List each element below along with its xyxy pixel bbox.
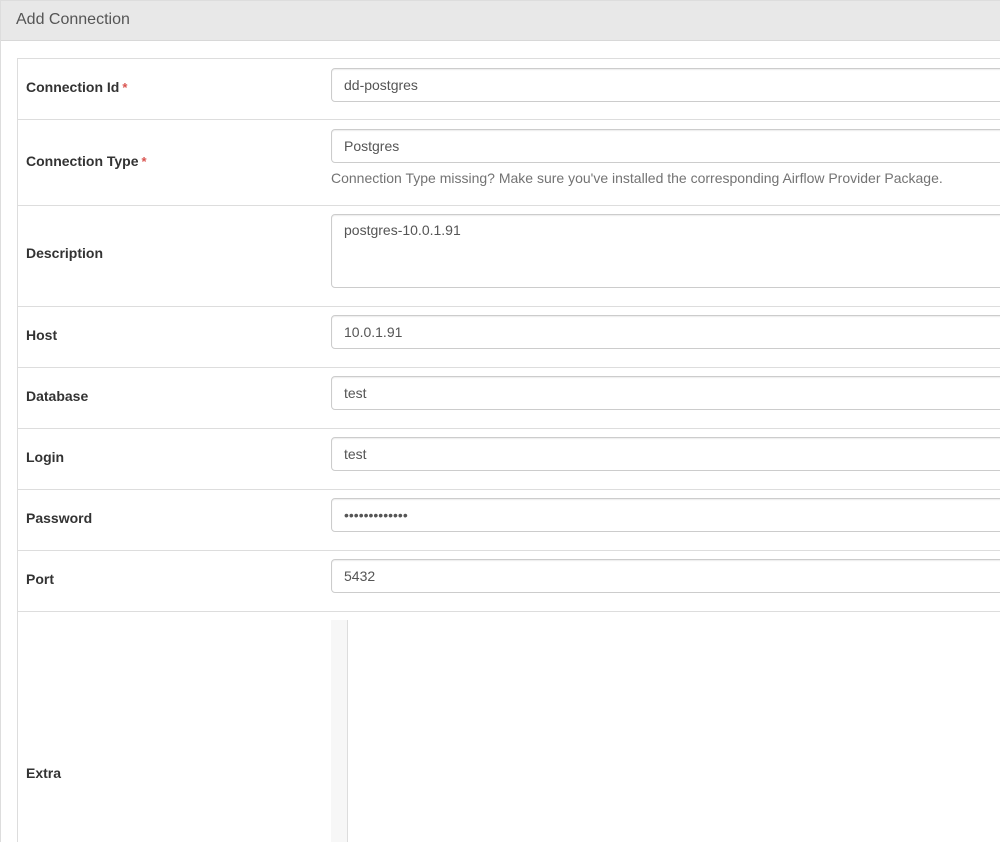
row-login: Login: [18, 429, 1000, 490]
description-textarea[interactable]: postgres-10.0.1.91: [331, 214, 1000, 288]
extra-label: Extra: [26, 765, 62, 781]
port-input[interactable]: [331, 559, 1000, 593]
required-star: *: [122, 80, 128, 95]
row-port: Port: [18, 551, 1000, 612]
password-input[interactable]: [331, 498, 1000, 532]
login-input[interactable]: [331, 437, 1000, 471]
row-extra: Extra: [18, 612, 1000, 842]
row-conn-id: Connection Id *: [18, 59, 1000, 120]
panel-title: Add Connection: [1, 1, 1000, 41]
row-password: Password: [18, 490, 1000, 551]
host-label: Host: [26, 327, 58, 343]
conn-type-help-text: Connection Type missing? Make sure you'v…: [331, 170, 943, 186]
password-label: Password: [26, 510, 93, 526]
login-label: Login: [26, 449, 65, 465]
conn-id-input[interactable]: [331, 68, 1000, 102]
extra-editor-content[interactable]: [348, 620, 1000, 842]
connection-form: Connection Id* Connection Type* Connecti…: [17, 58, 1000, 842]
conn-type-select[interactable]: [331, 129, 1000, 163]
add-connection-panel: Add Connection Connection Id* Connection…: [0, 0, 1000, 842]
conn-type-label: Connection Type *: [26, 153, 147, 169]
row-host: Host: [18, 307, 1000, 368]
required-star: *: [141, 154, 147, 169]
conn-id-label: Connection Id *: [26, 79, 127, 95]
row-conn-type: Connection Type* Connection Type missing…: [18, 120, 1000, 206]
host-input[interactable]: [331, 315, 1000, 349]
row-description: Description postgres-10.0.1.91: [18, 206, 1000, 307]
conn-id-label-text: Connection Id: [26, 79, 120, 95]
row-database: Database: [18, 368, 1000, 429]
database-input[interactable]: [331, 376, 1000, 410]
conn-type-label-text: Connection Type: [26, 153, 139, 169]
extra-code-editor[interactable]: [331, 620, 1000, 842]
database-label: Database: [26, 388, 89, 404]
description-label: Description: [26, 245, 104, 261]
extra-editor-gutter: [331, 620, 348, 842]
port-label: Port: [26, 571, 54, 587]
